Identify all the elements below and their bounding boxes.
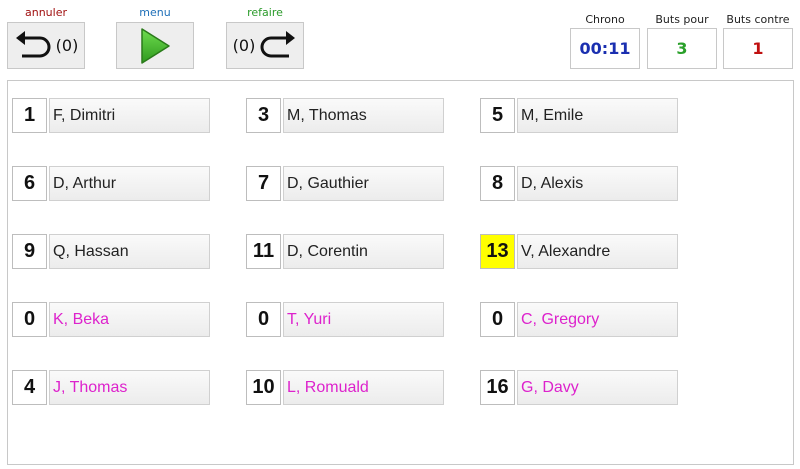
goals-against-value[interactable]: 1 — [723, 28, 793, 69]
redo-count: (0) — [232, 36, 256, 55]
player-card[interactable]: 11 D, Corentin — [246, 234, 444, 269]
player-name: M, Thomas — [283, 98, 444, 133]
undo-arrow-icon — [14, 28, 56, 64]
player-card[interactable]: 5 M, Emile — [480, 98, 678, 133]
substitute-card[interactable]: 0 T, Yuri — [246, 302, 444, 337]
jersey-number: 5 — [480, 98, 515, 133]
player-name: Q, Hassan — [49, 234, 210, 269]
redo-button[interactable]: (0) — [226, 22, 304, 69]
goals-for-value[interactable]: 3 — [647, 28, 717, 69]
goals-against-label: Buts contre — [726, 13, 790, 26]
undo-label: annuler — [24, 6, 67, 19]
player-card[interactable]: 3 M, Thomas — [246, 98, 444, 133]
jersey-number: 0 — [480, 302, 515, 337]
player-card[interactable]: 6 D, Arthur — [12, 166, 210, 201]
jersey-number: 11 — [246, 234, 281, 269]
substitute-name: G, Davy — [517, 370, 678, 405]
chrono-label: Chrono — [585, 13, 625, 26]
redo-arrow-icon — [255, 28, 297, 64]
redo-label: refaire — [247, 6, 283, 19]
players-field: 1 F, Dimitri 3 M, Thomas 5 M, Emile 6 D,… — [7, 80, 794, 465]
player-name: M, Emile — [517, 98, 678, 133]
substitute-card[interactable]: 0 C, Gregory — [480, 302, 678, 337]
undo-button[interactable]: (0) — [7, 22, 85, 69]
substitute-card[interactable]: 0 K, Beka — [12, 302, 210, 337]
jersey-number: 3 — [246, 98, 281, 133]
substitute-name: C, Gregory — [517, 302, 678, 337]
player-name: D, Corentin — [283, 234, 444, 269]
substitute-name: T, Yuri — [283, 302, 444, 337]
substitute-card[interactable]: 10 L, Romuald — [246, 370, 444, 405]
substitute-card[interactable]: 16 G, Davy — [480, 370, 678, 405]
jersey-number: 8 — [480, 166, 515, 201]
jersey-number: 0 — [246, 302, 281, 337]
substitute-card[interactable]: 4 J, Thomas — [12, 370, 210, 405]
jersey-number: 7 — [246, 166, 281, 201]
jersey-number: 16 — [480, 370, 515, 405]
substitute-name: J, Thomas — [49, 370, 210, 405]
substitute-name: K, Beka — [49, 302, 210, 337]
player-name: F, Dimitri — [49, 98, 210, 133]
jersey-number: 6 — [12, 166, 47, 201]
player-card[interactable]: 9 Q, Hassan — [12, 234, 210, 269]
player-name: D, Arthur — [49, 166, 210, 201]
jersey-number: 4 — [12, 370, 47, 405]
jersey-number: 10 — [246, 370, 281, 405]
player-name: V, Alexandre — [517, 234, 678, 269]
player-card-selected[interactable]: 13 V, Alexandre — [480, 234, 678, 269]
substitute-name: L, Romuald — [283, 370, 444, 405]
goals-for-label: Buts pour — [655, 13, 709, 26]
menu-label: menu — [139, 6, 171, 19]
player-card[interactable]: 8 D, Alexis — [480, 166, 678, 201]
undo-count: (0) — [55, 36, 79, 55]
jersey-number-highlighted: 13 — [480, 234, 515, 269]
player-card[interactable]: 7 D, Gauthier — [246, 166, 444, 201]
jersey-number: 1 — [12, 98, 47, 133]
jersey-number: 0 — [12, 302, 47, 337]
menu-play-button[interactable] — [116, 22, 194, 69]
player-name: D, Alexis — [517, 166, 678, 201]
chrono-value: 00:11 — [570, 28, 640, 69]
play-icon — [138, 26, 172, 66]
player-card[interactable]: 1 F, Dimitri — [12, 98, 210, 133]
app-root: annuler (0) menu refaire (0) Chrono 00:1… — [0, 0, 800, 469]
jersey-number: 9 — [12, 234, 47, 269]
player-name: D, Gauthier — [283, 166, 444, 201]
